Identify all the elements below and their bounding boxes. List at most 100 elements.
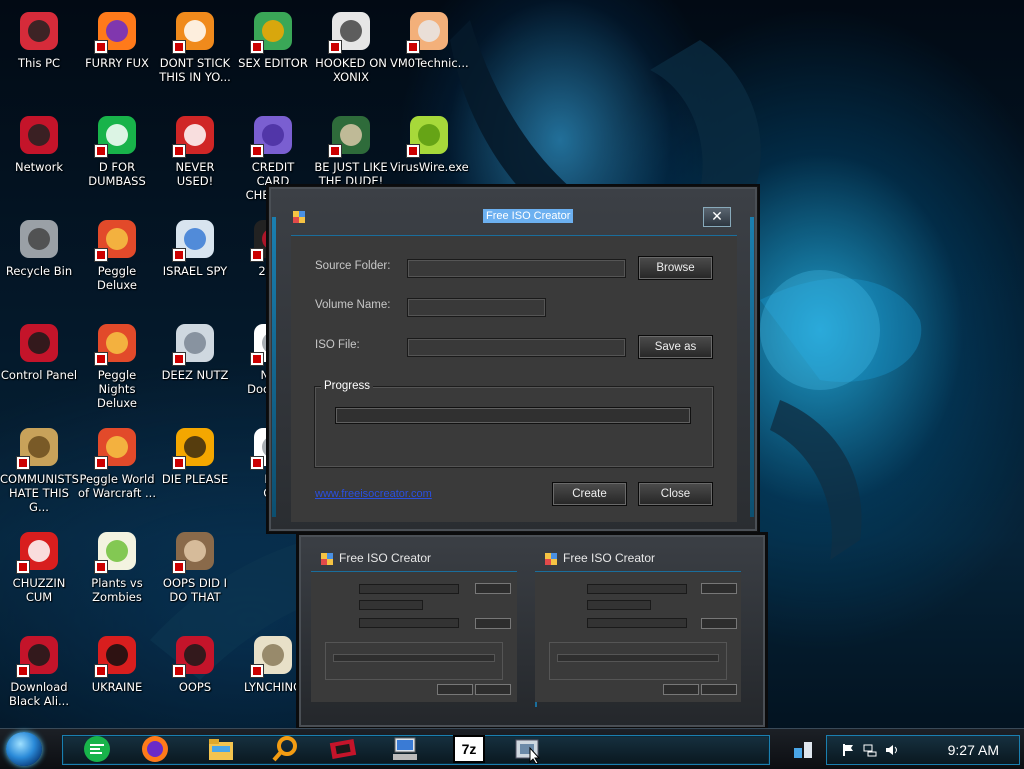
desktop-icon-label: COMMUNISTS HATE THIS G... [0,472,79,514]
thumb-progress-bar [333,654,495,662]
desktop-icon-furry-fux[interactable]: FURRY FUX [78,8,156,70]
desktop-icon-recycle-bin[interactable]: Recycle Bin [0,216,78,278]
computer-icon [393,737,417,760]
shortcut-arrow-icon [328,144,342,158]
desktop-icon-hooked-on-xonix[interactable]: HOOKED ON XONIX [312,8,390,84]
desktop-icon-peggle-nights[interactable]: Peggle Nights Deluxe [78,320,156,410]
shortcut-arrow-icon [172,144,186,158]
desktop-icon-peggle-deluxe[interactable]: Peggle Deluxe [78,216,156,292]
iso-creator-icon [515,739,541,764]
explorer-icon [209,739,233,760]
network-icon[interactable] [863,743,877,757]
desktop-icon-label: Download Black Ali... [9,680,69,708]
desktop-icon-never-used[interactable]: NEVER USED! [156,112,234,188]
computer-icon [16,8,62,54]
thumb-source-input [359,584,459,594]
shortcut-arrow-icon [94,40,108,54]
window-titlebar[interactable]: Free ISO Creator ✕ [281,205,745,231]
desktop-icon-label: Peggle Deluxe [97,264,137,292]
close-button[interactable]: Close [638,482,713,506]
clock[interactable]: 9:27 AM [948,742,999,758]
action-center-icon[interactable] [841,743,855,757]
desktop-icon-dont-stick[interactable]: DONT STICK THIS IN YO... [156,8,234,84]
taskbar: 7z 9:27 AM [0,728,1024,769]
thumb-close-button [701,684,737,695]
website-link[interactable]: www.freeisocreator.com [315,488,432,500]
de-icon [172,424,218,470]
desktop-icon-label: DONT STICK THIS IN YO... [159,56,231,84]
desktop-icon-vm0technic[interactable]: VM0Technic... [390,8,469,70]
desktop-icon-viruswire[interactable]: VirusWire.exe [390,112,469,174]
shortcut-arrow-icon [250,144,264,158]
desktop-icon-network[interactable]: Network [0,112,78,174]
desktop-icon-peggle-world[interactable]: Peggle World of Warcraft ... [78,424,156,500]
progress-bar [335,407,691,424]
desktop-icon-oops[interactable]: OOPS [156,632,234,694]
desktop-icon-label: FURRY FUX [85,56,149,70]
desktop-icon-israel-spy[interactable]: ISRAEL SPY [156,216,234,278]
window-left-accent [272,217,276,517]
firefox-icon [142,736,168,762]
desktop-icon-label: Control Panel [0,368,78,382]
desktop-icon-label: NEVER USED! [175,160,215,188]
thumb-iso-input [359,618,459,628]
taskbar-item-7zip[interactable]: 7z [444,732,494,766]
desktop-icon-control-panel[interactable]: Control Panel [0,320,78,382]
thumb-iso-input [587,618,687,628]
desktop-icon-communists[interactable]: COMMUNISTS HATE THIS G... [0,424,79,514]
taskbar-item-firefox[interactable] [130,732,180,766]
taskbar-thumbnail-preview[interactable]: Free ISO Creator Free ISO Creator [298,534,766,728]
shortcut-arrow-icon [16,560,30,574]
taskbar-item-explorer[interactable] [196,732,246,766]
taskbar-item-alien[interactable] [318,732,368,766]
browse-button[interactable]: Browse [638,256,713,280]
volume-icon[interactable] [885,743,899,757]
thumbnail-pane-1[interactable]: Free ISO Creator [299,535,519,727]
create-button[interactable]: Create [552,482,627,506]
desktop-icon-sex-editor[interactable]: SEX EDITOR [234,8,312,70]
taskbar-item-computer[interactable] [380,732,430,766]
desktop-icon-label: DIE PLEASE [161,472,229,486]
shortcut-arrow-icon [94,144,108,158]
thumb-browse-button [475,583,511,594]
source-folder-input[interactable] [407,259,626,278]
window-client: Source Folder: Browse Volume Name: ISO F… [291,235,737,522]
close-window-button[interactable]: ✕ [703,207,731,227]
show-desktop-button[interactable] [786,732,820,766]
desktop-icon-be-just[interactable]: BE JUST LIKE THE DUDE! [312,112,390,188]
credit-card-icon [250,112,296,158]
desktop-icon-d-for-dumbass[interactable]: D FOR DUMBASS [78,112,156,188]
save-as-button[interactable]: Save as [638,335,713,359]
desktop-icon-label: HOOKED ON XONIX [315,56,387,84]
desktop-icon-label: Recycle Bin [5,264,73,278]
thumb-browse-button [701,583,737,594]
shortcut-arrow-icon [250,40,264,54]
taskbar-item-chat[interactable] [72,732,122,766]
desktop-icon-label: VirusWire.exe [390,160,469,174]
desktop-icon-label: DEEZ NUTZ [161,368,229,382]
desktop-icon-plants-vs-zombies[interactable]: Plants vs Zombies [78,528,156,604]
desktop-icon-ukraine[interactable]: UKRAINE [78,632,156,694]
peggle-icon [94,320,140,366]
spy-icon [172,216,218,262]
shortcut-arrow-icon [406,40,420,54]
desktop-icon-this-pc[interactable]: This PC [0,8,78,70]
start-button[interactable] [6,732,42,766]
desktop-icon-download-black[interactable]: Download Black Ali... [0,632,78,708]
shortcut-arrow-icon [172,248,186,262]
desktop-icon-deez-nutz[interactable]: DEEZ NUTZ [156,320,234,382]
shortcut-arrow-icon [172,40,186,54]
desktop-icon-oops-did[interactable]: OOPS DID I DO THAT [156,528,234,604]
iso-creator-window[interactable]: Free ISO Creator ✕ Source Folder: Browse… [268,186,758,532]
alien-icon [16,632,62,678]
desktop-icon-die-please[interactable]: DIE PLEASE [156,424,234,486]
desktop-icon-label: CHUZZIN CUM [12,576,66,604]
thumbnail-pane-2[interactable]: Free ISO Creator [523,535,743,727]
volume-name-input[interactable] [407,298,546,317]
desktop-icon-chuzzin-cum[interactable]: CHUZZIN CUM [0,528,78,604]
shortcut-arrow-icon [250,664,264,678]
taskbar-item-iso-creator[interactable] [502,732,552,766]
progress-group: Progress [314,380,714,468]
iso-file-input[interactable] [407,338,626,357]
taskbar-item-search[interactable] [260,732,310,766]
